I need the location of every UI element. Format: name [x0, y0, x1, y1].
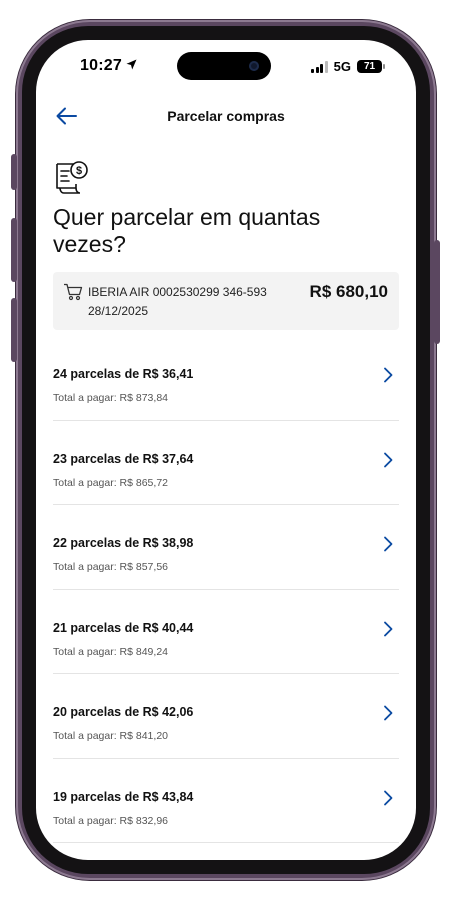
installment-list: 24 parcelas de R$ 36,41 Total a pagar: R… [53, 336, 399, 843]
installment-title: 24 parcelas de R$ 36,41 [53, 367, 194, 381]
question-heading: Quer parcelar em quantas vezes? [53, 204, 321, 257]
installment-total: Total a pagar: R$ 832,96 [53, 814, 168, 827]
camera-icon [249, 61, 259, 71]
installment-option[interactable]: 20 parcelas de R$ 42,06 Total a pagar: R… [53, 674, 399, 759]
purchase-description: IBERIA AIR 0002530299 346-593 28/12/2025 [88, 283, 267, 321]
installment-total: Total a pagar: R$ 857,56 [53, 561, 168, 573]
signal-icon [311, 60, 328, 73]
chevron-right-icon [384, 452, 393, 467]
installment-title: 19 parcelas de R$ 43,84 [53, 789, 194, 804]
installment-option[interactable]: 24 parcelas de R$ 36,41 Total a pagar: R… [53, 336, 399, 421]
status-time: 10:27 [80, 57, 137, 75]
chevron-right-icon [384, 367, 393, 383]
installment-total: Total a pagar: R$ 873,84 [53, 392, 168, 404]
phone-side-button [11, 298, 17, 362]
battery-icon: 71 [357, 60, 385, 73]
purchase-amount: R$ 680,10 [309, 282, 388, 301]
chevron-right-icon [384, 705, 393, 721]
time-text: 10:27 [80, 57, 122, 74]
screen: 10:27 5G 71 Parcelar compras $ Quer parc… [36, 40, 416, 860]
phone-side-button [11, 154, 17, 190]
cart-icon [64, 283, 83, 301]
installment-option[interactable]: 19 parcelas de R$ 43,84 Total a pagar: R… [53, 759, 399, 843]
installment-total: Total a pagar: R$ 849,24 [53, 645, 168, 658]
purchase-card: IBERIA AIR 0002530299 346-593 28/12/2025… [53, 272, 399, 330]
installment-option[interactable]: 22 parcelas de R$ 38,98 Total a pagar: R… [53, 505, 399, 590]
location-arrow-icon [126, 59, 137, 70]
installment-total: Total a pagar: R$ 865,72 [53, 476, 168, 489]
chevron-right-icon [384, 790, 393, 805]
network-type: 5G [333, 59, 351, 74]
dynamic-island [177, 52, 271, 80]
installment-total: Total a pagar: R$ 841,20 [53, 730, 168, 742]
installment-title: 20 parcelas de R$ 42,06 [53, 705, 194, 719]
chevron-right-icon [384, 536, 393, 552]
installment-title: 23 parcelas de R$ 37,64 [53, 451, 194, 466]
phone-side-button [434, 240, 440, 344]
installment-option[interactable]: 21 parcelas de R$ 40,44 Total a pagar: R… [53, 590, 399, 674]
installment-title: 22 parcelas de R$ 38,98 [53, 536, 194, 550]
page-title: Parcelar compras [167, 108, 285, 124]
installment-title: 21 parcelas de R$ 40,44 [53, 620, 194, 635]
svg-text:$: $ [76, 165, 82, 177]
purchase-merchant: IBERIA AIR 0002530299 346-593 [88, 285, 267, 299]
purchase-date: 28/12/2025 [88, 304, 149, 318]
status-indicators: 5G 71 [311, 59, 385, 74]
phone-side-button [11, 218, 17, 282]
chevron-right-icon [384, 621, 393, 636]
invoice-dollar-icon: $ [56, 161, 88, 194]
installment-option[interactable]: 23 parcelas de R$ 37,64 Total a pagar: R… [53, 421, 399, 505]
